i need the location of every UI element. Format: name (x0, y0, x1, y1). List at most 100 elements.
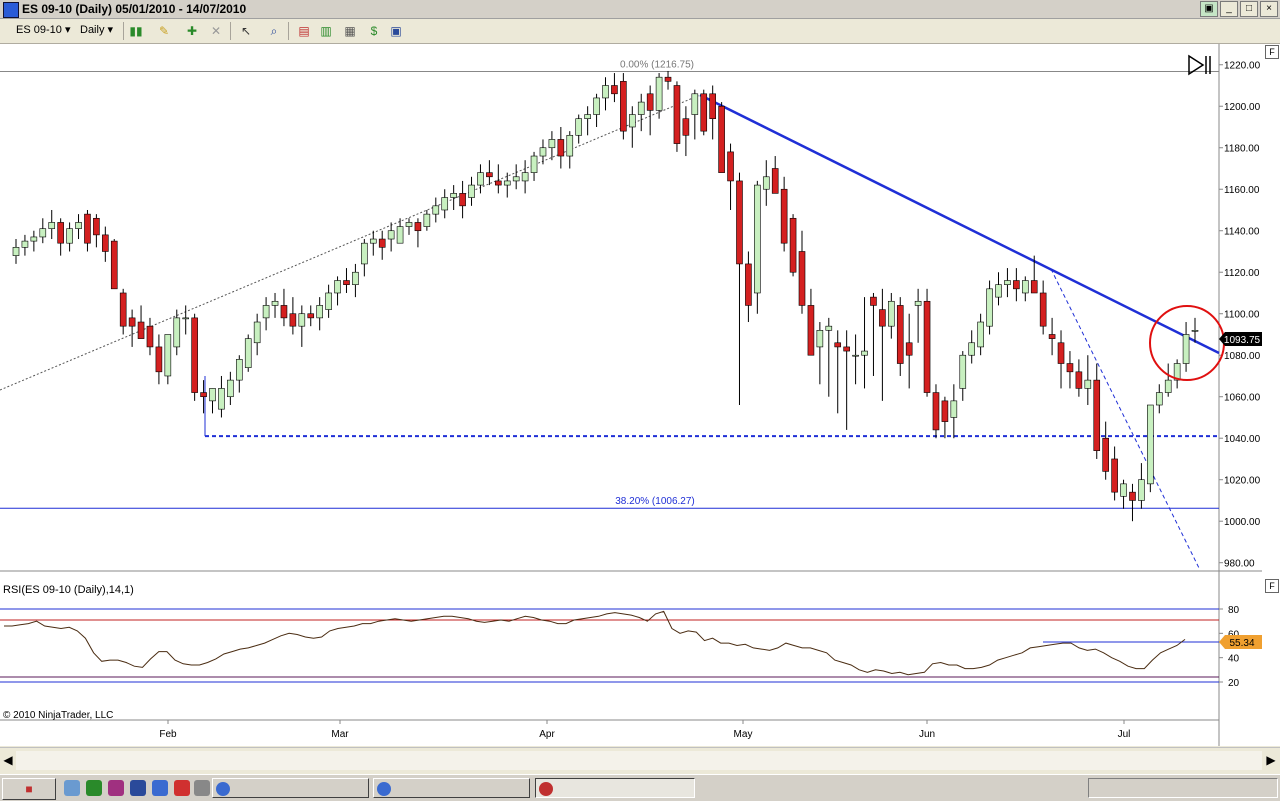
candle-body[interactable] (316, 305, 323, 319)
candle-body[interactable] (12, 247, 20, 256)
strategies-icon[interactable]: ▥ (318, 23, 334, 39)
candle-body[interactable] (736, 180, 743, 265)
candle-body[interactable] (396, 226, 404, 244)
candle-body[interactable] (995, 284, 1002, 298)
powerpoint-icon[interactable] (108, 780, 124, 796)
candle-body[interactable] (700, 93, 708, 132)
candle-body[interactable] (1164, 379, 1172, 393)
candle-body[interactable] (182, 317, 190, 320)
candle-body[interactable] (745, 263, 752, 306)
candle-body[interactable] (718, 105, 725, 173)
candle-body[interactable] (102, 234, 109, 252)
candle-body[interactable] (227, 379, 234, 398)
candle-body[interactable] (825, 325, 833, 331)
candle-body[interactable] (861, 350, 868, 356)
candle-body[interactable] (48, 222, 56, 229)
instrument-selector[interactable]: ES 09-10 ▾ (16, 22, 70, 39)
candle-body[interactable] (503, 180, 511, 186)
candle-body[interactable] (816, 330, 824, 348)
candle-body[interactable] (762, 176, 770, 190)
quicklaunch-app-icon[interactable] (174, 780, 190, 796)
candle-body[interactable] (789, 217, 797, 273)
candle-body[interactable] (289, 313, 297, 327)
quicklaunch-more-icon[interactable] (194, 780, 210, 796)
candle-body[interactable] (146, 325, 154, 348)
candle-body[interactable] (1004, 280, 1011, 285)
close-button[interactable]: × (1260, 1, 1278, 17)
candle-body[interactable] (1057, 342, 1065, 364)
candle-body[interactable] (84, 213, 91, 244)
candle-body[interactable] (468, 184, 475, 198)
candle-body[interactable] (548, 139, 556, 149)
candle-body[interactable] (1102, 437, 1109, 472)
horizontal-scrollbar[interactable]: ◀ ▶ (0, 747, 1280, 773)
scroll-track[interactable] (16, 751, 1262, 770)
candle-body[interactable] (280, 305, 288, 319)
candle-body[interactable] (888, 300, 895, 327)
candle-body[interactable] (450, 193, 457, 198)
candle-body[interactable] (1191, 330, 1199, 332)
candle-body[interactable] (1066, 363, 1074, 373)
candle-body[interactable] (771, 168, 779, 194)
candle-body[interactable] (646, 93, 654, 111)
candle-body[interactable] (423, 213, 431, 227)
show-desktop-icon[interactable] (64, 780, 80, 796)
candle-body[interactable] (387, 230, 395, 240)
taskbar-item-cortes[interactable] (212, 778, 369, 798)
candle-body[interactable] (620, 81, 627, 132)
candle-body[interactable] (879, 309, 886, 327)
chart-properties-icon[interactable]: ▦ (342, 23, 358, 39)
candle-body[interactable] (271, 300, 279, 306)
candle-body[interactable] (298, 313, 306, 327)
dollar-icon[interactable]: $ (366, 23, 382, 39)
internet-explorer-icon[interactable] (152, 780, 168, 796)
maximize-button[interactable]: □ (1240, 1, 1258, 17)
candle-body[interactable] (575, 118, 583, 136)
pencil-draw-icon[interactable]: ✎ (156, 23, 172, 39)
candle-body[interactable] (959, 354, 967, 389)
candle-body[interactable] (1093, 379, 1101, 451)
candle-body[interactable] (1147, 404, 1154, 485)
scroll-right-icon[interactable]: ▶ (1264, 752, 1278, 768)
candle-body[interactable] (495, 180, 502, 186)
candle-body[interactable] (325, 292, 332, 310)
add-line-icon[interactable]: ✚ (184, 23, 200, 39)
restore-window-icon[interactable]: ▣ (1200, 1, 1218, 17)
taskbar-item-ninjatrader[interactable] (535, 778, 695, 798)
candle-body[interactable] (173, 317, 181, 348)
candle-body[interactable] (200, 392, 207, 398)
candle-body[interactable] (218, 388, 225, 410)
candle-body[interactable] (566, 134, 574, 157)
descending-trendline[interactable] (699, 93, 1220, 355)
candle-body[interactable] (530, 155, 538, 173)
candle-body[interactable] (611, 85, 618, 95)
candle-body[interactable] (343, 280, 350, 285)
candle-body[interactable] (673, 85, 681, 144)
candle-body[interactable] (950, 400, 958, 418)
candle-body[interactable] (244, 338, 252, 368)
start-button[interactable]: ■ (2, 778, 56, 800)
candle-body[interactable] (780, 188, 788, 244)
candle-body[interactable] (1039, 292, 1047, 327)
candle-body[interactable] (521, 172, 529, 182)
candle-body[interactable] (870, 296, 877, 306)
candle-body[interactable] (477, 172, 484, 186)
candle-body[interactable] (664, 76, 672, 82)
candle-body[interactable] (682, 118, 690, 136)
scroll-left-icon[interactable]: ◀ (1, 752, 15, 768)
candle-body[interactable] (1120, 483, 1127, 497)
candle-body[interactable] (798, 251, 806, 306)
candle-body[interactable] (75, 222, 82, 229)
price-panel-f-badge[interactable]: F (1265, 45, 1279, 59)
candle-body[interactable] (414, 222, 422, 232)
cursor-pointer-icon[interactable]: ↖ (238, 23, 254, 39)
candle-body[interactable] (119, 292, 127, 327)
candle-body[interactable] (968, 342, 976, 356)
candle-body[interactable] (1138, 479, 1145, 501)
candle-body[interactable] (905, 342, 913, 356)
candle-body[interactable] (93, 217, 100, 236)
candle-body[interactable] (843, 346, 850, 352)
candle-body[interactable] (235, 359, 243, 381)
candle-body[interactable] (128, 317, 136, 327)
candle-body[interactable] (539, 147, 547, 157)
